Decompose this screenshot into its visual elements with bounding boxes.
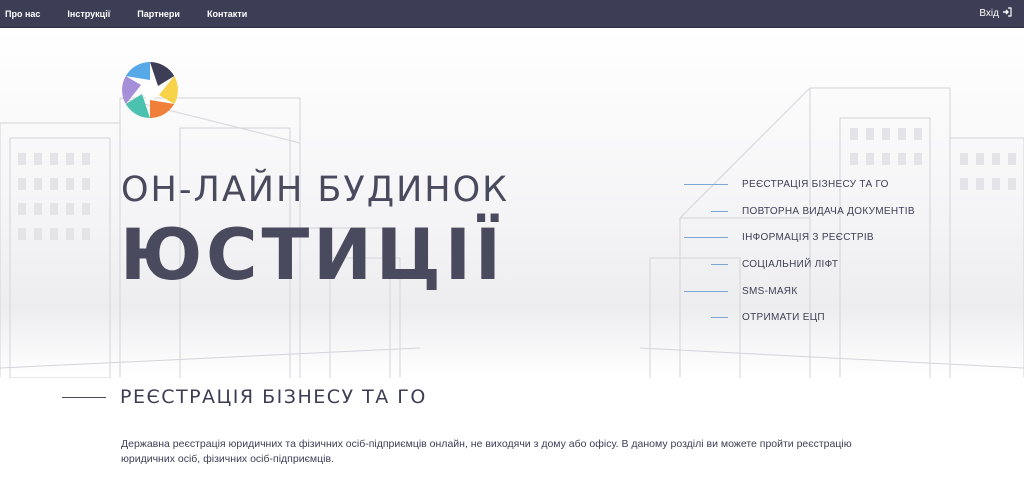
menu-item-label: РЕЄСТРАЦІЯ БІЗНЕСУ ТА ГО bbox=[742, 178, 889, 190]
section-title: РЕЄСТРАЦІЯ БІЗНЕСУ ТА ГО bbox=[120, 386, 427, 408]
login-label: Вхід bbox=[979, 8, 999, 19]
nav-link-partners[interactable]: Партнери bbox=[137, 9, 180, 19]
menu-item-label: СОЦІАЛЬНИЙ ЛІФТ bbox=[742, 258, 839, 270]
menu-item-sms-beacon[interactable]: SMS-МАЯК bbox=[684, 283, 797, 299]
section-heading: РЕЄСТРАЦІЯ БІЗНЕСУ ТА ГО bbox=[62, 386, 427, 408]
hero-title-line1: ОН-ЛАЙН БУДИНОК bbox=[121, 170, 509, 210]
hero-title-line2: ЮСТИЦІЇ bbox=[120, 214, 505, 296]
section-heading-divider bbox=[62, 396, 106, 398]
nav-link-instructions[interactable]: Інструкції bbox=[67, 9, 110, 19]
menu-item-registry-info[interactable]: ІНФОРМАЦІЯ З РЕЄСТРІВ bbox=[684, 229, 874, 245]
nav-link-about[interactable]: Про нас bbox=[5, 9, 40, 19]
login-button[interactable]: Вхід bbox=[979, 0, 1012, 27]
sign-in-icon bbox=[1002, 7, 1012, 20]
hero-banner: ОН-ЛАЙН БУДИНОК ЮСТИЦІЇ РЕЄСТРАЦІЯ БІЗНЕ… bbox=[0, 28, 1024, 378]
menu-item-label: ПОВТОРНА ВИДАЧА ДОКУМЕНТІВ bbox=[742, 205, 915, 217]
menu-item-label: SMS-МАЯК bbox=[742, 285, 798, 297]
section-description: Державна реєстрація юридичних та фізични… bbox=[121, 438, 852, 465]
top-navigation-bar: Про нас Інструкції Партнери Контакти Вхі… bbox=[0, 0, 1024, 28]
nav-link-contacts[interactable]: Контакти bbox=[207, 9, 247, 19]
menu-item-label: ОТРИМАТИ ЕЦП bbox=[742, 311, 825, 323]
menu-item-get-signature[interactable]: ОТРИМАТИ ЕЦП bbox=[711, 309, 825, 325]
menu-item-social-lift[interactable]: СОЦІАЛЬНИЙ ЛІФТ bbox=[711, 256, 838, 272]
menu-item-label: ІНФОРМАЦІЯ З РЕЄСТРІВ bbox=[742, 231, 874, 243]
menu-item-document-reissue[interactable]: ПОВТОРНА ВИДАЧА ДОКУМЕНТІВ bbox=[711, 203, 915, 219]
top-nav-links: Про нас Інструкції Партнери Контакти bbox=[0, 0, 269, 27]
menu-item-business-registration[interactable]: РЕЄСТРАЦІЯ БІЗНЕСУ ТА ГО bbox=[684, 176, 889, 192]
camera-aperture-logo[interactable] bbox=[120, 60, 180, 120]
